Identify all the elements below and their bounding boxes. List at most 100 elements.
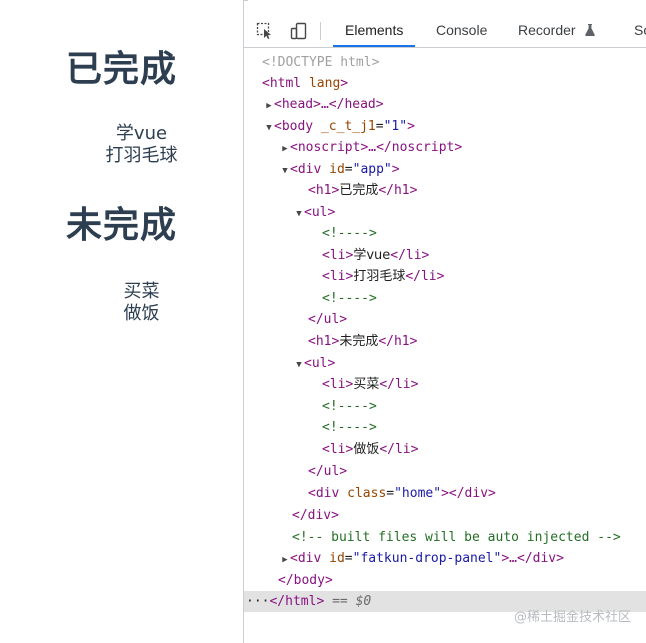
text-node: 已完成 — [339, 183, 379, 198]
dom-line-html[interactable]: <html lang> — [244, 73, 646, 94]
attr-value: "home" — [394, 486, 442, 501]
list-item: 做饭 — [123, 303, 160, 324]
dom-line-li[interactable]: <li>打羽毛球</li> — [244, 266, 646, 287]
attr-text: id — [329, 162, 345, 177]
tab-label: Elements — [345, 22, 404, 38]
dom-line-li[interactable]: <li>买菜</li> — [244, 374, 646, 395]
doctype-text: <!DOCTYPE html> — [262, 55, 380, 70]
tag-text: <h1> — [308, 183, 340, 198]
attr-text: lang — [308, 76, 341, 91]
ellipsis-icon[interactable]: ··· — [246, 594, 269, 609]
tag-text: <li> — [322, 248, 354, 263]
tag-text: > — [407, 119, 415, 134]
dom-line-doctype[interactable]: <!DOCTYPE html> — [244, 52, 646, 73]
dom-line-comment[interactable]: <!----> — [244, 223, 646, 244]
rendered-page: 已完成 学vue 打羽毛球 未完成 买菜 做饭 — [0, 0, 243, 643]
dom-line-li[interactable]: <li>做饭</li> — [244, 439, 646, 460]
comment-text: <!----> — [322, 399, 377, 414]
attr-value: "fatkun-drop-panel" — [352, 551, 502, 566]
comment-text: <!----> — [322, 420, 377, 435]
expand-arrow-icon[interactable]: ▶ — [264, 96, 274, 117]
tab-sources[interactable]: So — [622, 14, 646, 47]
attr-text: id — [329, 551, 345, 566]
tag-text: <ul> — [304, 205, 336, 220]
dom-line-ul-close[interactable]: </ul> — [244, 461, 646, 482]
dom-line-ul-todo[interactable]: ▼ <ul> — [244, 353, 646, 374]
dom-line-comment[interactable]: <!----> — [244, 396, 646, 417]
tab-label: Console — [436, 22, 488, 38]
dom-line-fatkun[interactable]: ▶ <div id="fatkun-drop-panel">…</div> — [244, 548, 646, 569]
attr-text: class — [347, 486, 387, 501]
tab-console[interactable]: Console — [424, 14, 499, 47]
expand-arrow-icon[interactable]: ▶ — [280, 550, 290, 571]
top-strip — [244, 0, 646, 13]
tag-text: </body> — [278, 573, 333, 588]
dom-line-body-close[interactable]: </body> — [244, 570, 646, 591]
dom-line-comment[interactable]: <!----> — [244, 417, 646, 438]
tab-label: Recorder — [518, 22, 576, 38]
dom-line-li[interactable]: <li>学vue</li> — [244, 245, 646, 266]
collapse-arrow-icon[interactable]: ▼ — [294, 355, 304, 376]
tag-text: </li> — [379, 442, 419, 457]
tag-text: > — [340, 76, 349, 91]
collapse-arrow-icon[interactable]: ▼ — [294, 204, 304, 225]
toolbar-separator — [320, 22, 321, 40]
comment-text: <!----> — [322, 291, 377, 306]
inspect-icon[interactable] — [254, 20, 276, 42]
tag-text: <li> — [322, 269, 354, 284]
tag-text: <noscript>…</noscript> — [290, 140, 463, 155]
attr-value: "app" — [352, 162, 392, 177]
list-item: 买菜 — [123, 281, 160, 302]
dom-line-head[interactable]: ▶ <head>…</head> — [244, 94, 646, 115]
tag-text: ></div> — [441, 486, 496, 501]
tag-text: <div — [290, 551, 322, 566]
text-node: 未完成 — [339, 334, 379, 349]
dom-line-ul-close[interactable]: </ul> — [244, 309, 646, 330]
dom-line-h1-todo[interactable]: <h1>未完成</h1> — [244, 331, 646, 352]
tab-recorder[interactable]: Recorder — [506, 14, 607, 47]
text-node: 学vue — [353, 248, 391, 263]
devtools-panel: Elements Console Recorder So <!DOCTYPE h… — [243, 0, 646, 643]
todo-heading: 未完成 — [65, 205, 177, 246]
watermark: @稀土掘金技术社区 — [513, 610, 631, 625]
device-toggle-icon[interactable] — [288, 20, 310, 42]
elements-tree: <!DOCTYPE html> <html lang> ▶ <head>…</he… — [244, 48, 646, 643]
tag-text: </html> — [269, 594, 325, 609]
tag-text: <html — [262, 76, 302, 91]
text-node: 打羽毛球 — [353, 269, 406, 284]
tag-text: <body — [274, 119, 314, 134]
devtools-toolbar: Elements Console Recorder So — [244, 14, 646, 48]
done-heading: 已完成 — [65, 49, 177, 90]
tab-label: So — [634, 22, 646, 38]
tag-text: </div> — [292, 508, 339, 523]
text-node: 买菜 — [353, 377, 380, 392]
tag-text: </li> — [390, 248, 430, 263]
dom-line-injected-comment[interactable]: <!-- built files will be auto injected -… — [244, 527, 646, 548]
dom-line-div-app[interactable]: ▼ <div id="app"> — [244, 159, 646, 180]
done-list: 学vue 打羽毛球 — [0, 123, 243, 167]
comment-text: <!-- built files will be auto injected -… — [292, 530, 621, 545]
tag-text: </li> — [405, 269, 445, 284]
text-node: 做饭 — [353, 442, 380, 457]
tag-text: <div — [308, 486, 340, 501]
dom-line-comment[interactable]: <!----> — [244, 288, 646, 309]
dom-line-div-home[interactable]: <div class="home"></div> — [244, 483, 646, 504]
expand-arrow-icon[interactable]: ▶ — [280, 139, 290, 160]
dom-line-h1-done[interactable]: <h1>已完成</h1> — [244, 180, 646, 201]
dom-line-div-close[interactable]: </div> — [244, 505, 646, 526]
tag-text: <div — [290, 162, 322, 177]
dom-line-body[interactable]: ▼ <body _c_t_j1="1"> — [244, 116, 646, 137]
tag-text: </ul> — [308, 464, 348, 479]
dom-line-noscript[interactable]: ▶ <noscript>…</noscript> — [244, 137, 646, 158]
dom-line-ul-done[interactable]: ▼ <ul> — [244, 202, 646, 223]
tag-text: <li> — [322, 442, 354, 457]
list-item: 打羽毛球 — [105, 145, 178, 166]
tag-text: </h1> — [378, 334, 418, 349]
tag-text: <li> — [322, 377, 354, 392]
collapse-arrow-icon[interactable]: ▼ — [280, 161, 290, 182]
tab-elements[interactable]: Elements — [333, 14, 416, 47]
collapse-arrow-icon[interactable]: ▼ — [264, 118, 274, 139]
tag-text: </h1> — [378, 183, 418, 198]
list-item: 学vue — [115, 123, 168, 144]
tag-text: >…</div> — [501, 551, 564, 566]
